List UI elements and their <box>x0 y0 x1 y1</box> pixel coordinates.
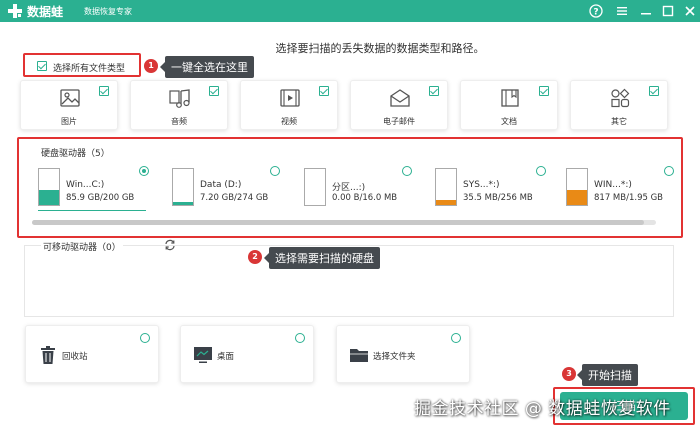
file-type-other-checkbox[interactable] <box>649 86 659 96</box>
email-icon <box>390 89 410 107</box>
drive-size: 35.5 MB/256 MB <box>463 193 533 203</box>
app-subtitle: 数据恢复专家 <box>84 7 132 16</box>
hard-drive-icon <box>566 168 588 206</box>
location-radio[interactable] <box>451 333 461 343</box>
selected-underline <box>38 210 146 211</box>
location-choose-folder[interactable]: 选择文件夹 <box>336 325 470 383</box>
trash-icon <box>41 346 55 364</box>
drive-radio-partition[interactable] <box>402 166 412 176</box>
drive-name: Win...C:) <box>66 180 105 190</box>
menu-button[interactable] <box>614 3 630 19</box>
other-icon <box>611 88 630 108</box>
hard-drive-icon <box>304 168 326 206</box>
maximize-icon <box>662 5 674 17</box>
drive-radio-c[interactable] <box>139 166 149 176</box>
select-all-label: 选择所有文件类型 <box>53 64 126 74</box>
maximize-button[interactable] <box>660 3 676 19</box>
location-recycle-bin[interactable]: 回收站 <box>25 325 159 383</box>
drives-scrollbar[interactable] <box>32 220 656 225</box>
file-type-image-checkbox[interactable] <box>99 86 109 96</box>
drive-name: 分区...:) <box>332 183 366 193</box>
file-type-video-checkbox[interactable] <box>319 86 329 96</box>
file-type-email-checkbox[interactable] <box>429 86 439 96</box>
drive-item[interactable]: Data (D:) 7.20 GB/274 GB <box>172 166 280 212</box>
drive-size: 7.20 GB/274 GB <box>200 193 269 203</box>
location-desktop[interactable]: 桌面 <box>180 325 314 383</box>
desktop-icon <box>194 347 212 363</box>
close-icon <box>685 6 695 16</box>
location-label: 回收站 <box>62 352 88 362</box>
location-label: 桌面 <box>217 352 235 362</box>
file-type-document-checkbox[interactable] <box>539 86 549 96</box>
drive-item[interactable]: SYS...*:) 35.5 MB/256 MB <box>435 166 543 212</box>
help-icon: ? <box>589 4 603 18</box>
drive-radio-d[interactable] <box>270 166 280 176</box>
svg-text:?: ? <box>593 8 598 18</box>
file-type-other[interactable]: 其它 <box>570 80 668 130</box>
file-type-image[interactable]: 图片 <box>20 80 118 130</box>
file-type-label: 其它 <box>611 117 627 126</box>
hard-drive-icon <box>172 168 194 206</box>
drive-name: SYS...*:) <box>463 180 500 190</box>
drive-size: 0.00 B/16.0 MB <box>332 193 398 203</box>
annotation-marker-2: 2 <box>248 250 262 264</box>
annotation-callout-2: 选择需要扫描的硬盘 <box>264 247 380 269</box>
removable-drives-title: 可移动驱动器（0） <box>41 240 123 253</box>
annotation-callout-1: 一键全选在这里 <box>160 56 254 78</box>
select-all-checkbox[interactable] <box>37 61 47 71</box>
drive-item[interactable]: Win...C:) 85.9 GB/200 GB <box>38 166 146 212</box>
drive-item[interactable]: WIN...*:) 817 MB/1.95 GB <box>566 166 674 212</box>
hard-drive-icon <box>435 168 457 206</box>
refresh-icon[interactable] <box>164 239 176 251</box>
drive-radio-win[interactable] <box>664 166 674 176</box>
location-radio[interactable] <box>295 333 305 343</box>
annotation-marker-3: 3 <box>562 367 576 381</box>
help-button[interactable]: ? <box>588 3 604 19</box>
location-label: 选择文件夹 <box>373 352 416 362</box>
file-type-label: 电子邮件 <box>383 117 415 126</box>
drive-size: 85.9 GB/200 GB <box>66 193 135 203</box>
annotation-marker-1: 1 <box>144 59 158 73</box>
menu-icon <box>617 7 627 15</box>
video-icon <box>280 89 300 107</box>
file-type-label: 图片 <box>61 117 77 126</box>
file-type-document[interactable]: 文档 <box>460 80 558 130</box>
image-icon <box>60 89 80 107</box>
minimize-button[interactable] <box>638 3 654 19</box>
drive-size: 817 MB/1.95 GB <box>594 193 664 203</box>
watermark: 掘金技术社区 @ 数据蛙恢复软件 <box>414 399 671 419</box>
file-type-email[interactable]: 电子邮件 <box>350 80 448 130</box>
file-type-audio-checkbox[interactable] <box>209 86 219 96</box>
drive-name: WIN...*:) <box>594 180 632 190</box>
hard-drives-title: 硬盘驱动器（5） <box>41 149 110 159</box>
minimize-icon <box>641 13 651 15</box>
scrollbar-thumb[interactable] <box>32 220 644 225</box>
file-type-audio[interactable]: 音频 <box>130 80 228 130</box>
file-type-label: 视频 <box>281 117 297 126</box>
logo-icon <box>8 4 22 18</box>
drive-item[interactable]: 分区...:) 0.00 B/16.0 MB <box>304 166 412 212</box>
app-name: 数据蛙 <box>27 5 64 19</box>
annotation-callout-3: 开始扫描 <box>577 364 638 386</box>
file-type-video[interactable]: 视频 <box>240 80 338 130</box>
hard-drive-icon <box>38 168 60 206</box>
file-type-label: 音频 <box>171 117 187 126</box>
music-icon <box>169 89 190 108</box>
drive-radio-sys[interactable] <box>536 166 546 176</box>
close-button[interactable] <box>682 3 698 19</box>
title-bar: 数据蛙 数据恢复专家 ? <box>0 0 700 22</box>
folder-icon <box>350 349 368 362</box>
document-icon <box>501 89 519 107</box>
drive-name: Data (D:) <box>200 180 242 190</box>
location-radio[interactable] <box>140 333 150 343</box>
file-type-label: 文档 <box>501 117 517 126</box>
